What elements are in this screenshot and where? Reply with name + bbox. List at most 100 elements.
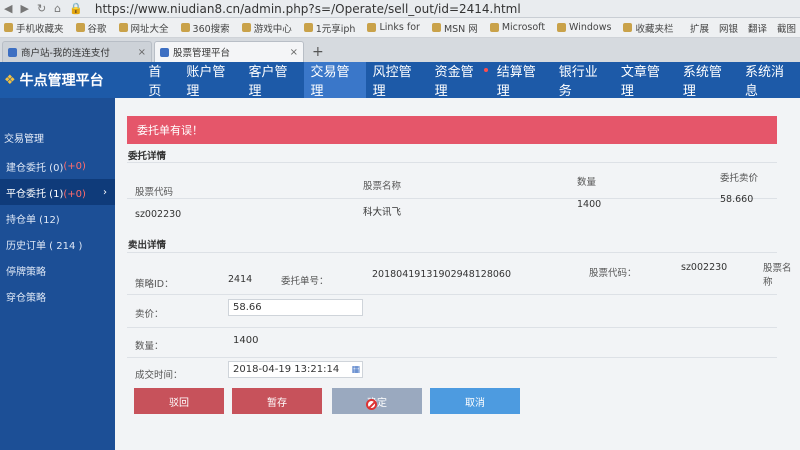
order-no-value: 20180419131902948128060 [372,269,512,280]
bookmark-item[interactable]: 收藏夹栏 [623,21,673,35]
divider [127,294,777,295]
address-field[interactable]: https://www.niudian8.cn/admin.php?s=/Ope… [95,2,521,16]
header-sell-price: 委托卖价 [720,173,759,184]
site-icon [118,23,128,32]
strategy-id-label: 策略ID： [135,279,174,290]
folder-icon [623,23,633,32]
stock-code-label: 股票代码： [589,268,637,279]
extension-item[interactable]: 截图 [777,21,796,35]
entrust-section-title: 委托详情 [128,151,167,162]
sidebar: 交易管理 建仓委托 (0) (+0) 平仓委托 (1)(+0) › 持仓单 (12… [0,98,115,450]
sidebar-item-history[interactable]: 历史订单 ( 214 ) [0,231,115,257]
sidebar-item-margin-call[interactable]: 穿仓策略 [0,283,115,309]
new-tab-button[interactable]: + [306,44,330,62]
nav-settlement[interactable]: 结算管理 [490,62,552,99]
confirm-button[interactable]: 确定 [332,388,422,414]
divider [127,327,777,328]
app-header: ❖ 牛点管理平台 首页 账户管理 客户管理 交易管理 风控管理 资金管理 结算管… [0,62,800,99]
folder-icon [489,23,499,32]
folder-icon [557,23,567,32]
sidebar-item-positions[interactable]: 持仓单 (12) [0,205,115,231]
sell-section-title: 卖出详情 [128,240,167,251]
strategy-id-value: 2414 [228,274,253,285]
bookmark-item[interactable]: 360搜索 [180,21,230,35]
bookmark-item[interactable]: Links for [367,22,420,33]
nav-risk[interactable]: 风控管理 [366,62,428,99]
nav-customer[interactable]: 客户管理 [241,62,303,99]
bookmark-item[interactable]: Microsoft [489,22,545,33]
close-icon[interactable]: × [138,47,146,58]
close-icon[interactable]: × [290,47,298,58]
bookmarks-bar: 手机收藏夹 谷歌 网址大全 360搜索 游戏中心 1元享iph Links fo… [0,18,800,38]
bookmark-item[interactable]: 谷歌 [75,21,107,35]
bookmark-item[interactable]: 1元享iph [303,21,355,35]
header-quantity: 数量 [577,177,597,188]
favicon-icon [8,47,17,57]
home-icon[interactable]: ⌂ [54,2,61,15]
chevron-right-icon: › [103,186,107,198]
bookmark-item[interactable]: 游戏中心 [241,21,292,35]
sell-price-label: 卖价： [135,309,164,320]
extension-item[interactable]: 翻译 [748,21,767,35]
sidebar-item-suspended[interactable]: 停牌策略 [0,257,115,283]
value-stock-code: sz002230 [135,209,182,220]
nav-home[interactable]: 首页 [141,62,179,99]
page-icon [367,23,377,32]
bookmark-item[interactable]: MSN 网 [431,21,478,35]
nav-funds[interactable]: 资金管理 [428,62,490,99]
header-stock-code: 股票代码 [135,187,174,198]
trade-time-field[interactable]: 2018-04-19 13:21:14 ▦ [228,361,363,378]
browser-tab-strip: 商户站-我的连连支付 × 股票管理平台 × + [0,38,800,62]
calendar-icon[interactable]: ▦ [351,365,360,375]
trade-time-label: 成交时间： [135,370,183,381]
nav-system[interactable]: 系统管理 [676,62,738,99]
quantity-field[interactable]: 1400 [228,332,363,349]
stock-name-label: 股票名称 [763,263,792,288]
bookmark-item[interactable]: Windows [557,22,611,33]
app-logo: ❖ 牛点管理平台 [4,72,104,90]
divider [127,198,777,199]
toolbar-extensions: 扩展 网银 翻译 截图 [690,21,796,35]
sidebar-item-close-orders[interactable]: 平仓委托 (1)(+0) › [0,179,115,205]
bookmark-item[interactable]: 网址大全 [118,21,169,35]
header-stock-name: 股票名称 [363,181,402,192]
folder-icon [4,23,13,32]
bookmark-item[interactable]: 手机收藏夹 [4,21,64,35]
divider [127,357,777,358]
save-draft-button[interactable]: 暂存 [232,388,322,414]
extension-item[interactable]: 扩展 [690,21,709,35]
divider [127,252,777,253]
browser-tab-active[interactable]: 股票管理平台 × [154,41,304,62]
reject-button[interactable]: 驳回 [134,388,224,414]
value-stock-name: 科大讯飞 [363,207,402,218]
sell-price-field[interactable]: 58.66 [228,299,363,316]
nav-articles[interactable]: 文章管理 [614,62,676,99]
top-nav: 首页 账户管理 客户管理 交易管理 风控管理 资金管理 结算管理 银行业务 文章… [141,62,800,99]
page-icon [303,23,313,32]
nav-messages[interactable]: 系统消息 [738,62,800,99]
nav-trade[interactable]: 交易管理 [303,62,366,99]
browser-tab[interactable]: 商户站-我的连连支付 × [2,41,152,62]
not-allowed-cursor-icon [366,399,377,410]
sidebar-section-title: 交易管理 [4,134,44,145]
google-icon [75,23,85,32]
cancel-button[interactable]: 取消 [430,388,520,414]
extension-item[interactable]: 网银 [719,21,738,35]
divider [127,162,777,163]
main-content: 委托单有误！ 委托详情 股票代码 股票名称 数量 委托卖价 sz002230 科… [115,98,800,450]
nav-banking[interactable]: 银行业务 [552,62,614,99]
stock-code-value: sz002230 [681,262,728,273]
lock-icon: 🔒 [69,2,83,15]
notification-dot [483,68,488,72]
value-sell-price: 58.660 [720,194,754,205]
browser-url-bar: ◀ ▶ ↻ ⌂ 🔒 https://www.niudian8.cn/admin.… [0,0,800,18]
refresh-icon[interactable]: ↻ [37,2,46,15]
error-alert: 委托单有误！ [127,116,777,144]
value-quantity: 1400 [577,199,602,210]
sidebar-item-open-orders[interactable]: 建仓委托 (0) (+0) [0,153,115,179]
search-icon [180,23,190,32]
nav-account[interactable]: 账户管理 [179,62,241,99]
logo-icon: ❖ [4,72,16,88]
forward-icon[interactable]: ▶ [20,2,28,15]
back-icon[interactable]: ◀ [4,2,12,15]
